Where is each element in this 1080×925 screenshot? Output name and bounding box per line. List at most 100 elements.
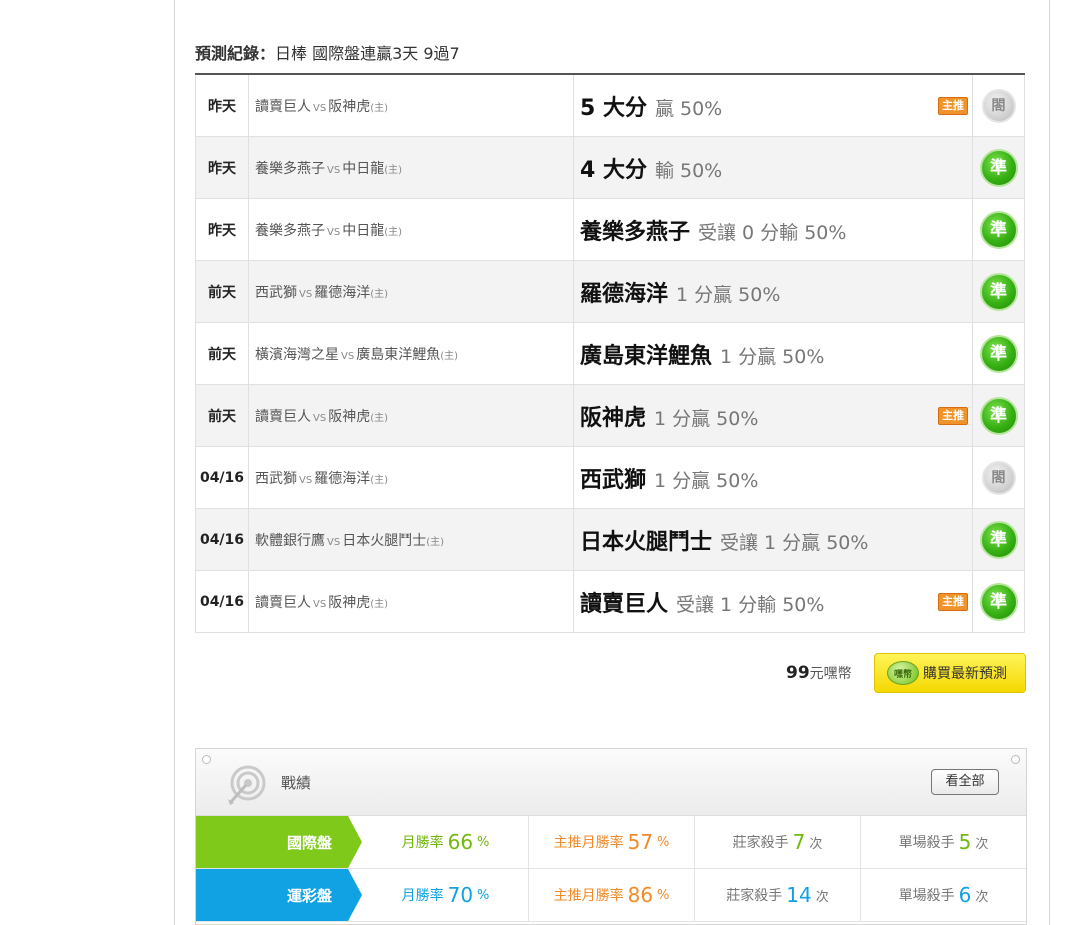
record-row: 前天 西武獅 VS 羅德海洋(主) 羅德海洋 1 分贏 50% 準: [195, 260, 1025, 323]
main-pick-tag: 主推: [938, 592, 968, 611]
record-match[interactable]: 讀賣巨人 VS 阪神虎(主): [248, 73, 574, 137]
pick-main: 5 大分: [580, 95, 647, 121]
record-match[interactable]: 養樂多燕子 VS 中日龍(主): [248, 198, 574, 261]
record-match[interactable]: 軟體銀行鷹 VS 日本火腿鬥士(主): [248, 508, 574, 571]
record-pick: 日本火腿鬥士 受讓 1 分贏 50%: [573, 508, 973, 571]
host-marker: (主): [370, 412, 389, 424]
result-cell: 準: [972, 198, 1025, 261]
times-unit: 次: [809, 836, 823, 852]
result-cell: 準: [972, 384, 1025, 447]
single-game-killer-value: 6: [958, 883, 972, 907]
main-pick-monthly-win-rate: 主推月勝率 86%: [528, 869, 694, 921]
record-pick: 西武獅 1 分贏 50%: [573, 446, 973, 509]
team-home: 阪神虎: [328, 594, 371, 611]
record-pick: 羅德海洋 1 分贏 50%: [573, 260, 973, 323]
vs-label: VS: [313, 412, 327, 424]
main-pick-tag: 主推: [938, 406, 968, 425]
view-all-button[interactable]: 看全部: [931, 769, 999, 795]
pick-main: 羅德海洋: [580, 281, 669, 307]
section-title-summary: 日棒 國際盤連贏3天 9過7: [275, 44, 460, 63]
record-date: 昨天: [195, 136, 249, 199]
team-home: 阪神虎: [328, 408, 371, 425]
record-row: 昨天 養樂多燕子 VS 中日龍(主) 養樂多燕子 受讓 0 分輸 50% 準: [195, 198, 1025, 261]
times-unit: 次: [815, 889, 829, 905]
pick-result: 贏 50%: [654, 97, 723, 120]
vs-label: VS: [327, 164, 341, 176]
percent-unit: %: [477, 887, 490, 903]
record-date: 04/16: [195, 446, 249, 509]
lose-badge-icon: 閤: [981, 88, 1016, 123]
team-away: 讀賣巨人: [255, 98, 311, 115]
team-home: 廣島東洋鯉魚: [356, 346, 441, 363]
host-marker: (主): [384, 164, 403, 176]
price-label: 99元嘿幣: [786, 663, 852, 683]
result-cell: 閤: [972, 73, 1025, 137]
result-cell: 準: [972, 260, 1025, 323]
single-game-killer-label: 單場殺手: [898, 835, 955, 851]
team-home: 日本火腿鬥士: [342, 532, 427, 549]
host-marker: (主): [426, 536, 445, 548]
team-away: 軟體銀行鷹: [255, 532, 325, 549]
record-row: 前天 橫濱海灣之星 VS 廣島東洋鯉魚(主) 廣島東洋鯉魚 1 分贏 50% 準: [195, 322, 1025, 385]
host-marker: (主): [370, 288, 389, 300]
record-match[interactable]: 西武獅 VS 羅德海洋(主): [248, 446, 574, 509]
result-cell: 準: [972, 508, 1025, 571]
record-date: 昨天: [195, 198, 249, 261]
vs-label: VS: [313, 598, 327, 610]
vs-label: VS: [341, 350, 355, 362]
monthly-win-rate-value: 70: [447, 883, 474, 907]
team-away: 西武獅: [255, 470, 297, 487]
record-match[interactable]: 養樂多燕子 VS 中日龍(主): [248, 136, 574, 199]
record-pick: 5 大分贏 50% 主推: [573, 73, 973, 137]
main-pick-rate-label: 主推月勝率: [553, 835, 624, 851]
vs-label: VS: [299, 474, 313, 486]
record-pick: 廣島東洋鯉魚 1 分贏 50%: [573, 322, 973, 385]
record-match[interactable]: 讀賣巨人 VS 阪神虎(主): [248, 570, 574, 633]
win-badge-icon: 準: [979, 520, 1018, 559]
stats-header: 戰績 看全部: [196, 749, 1026, 816]
team-away: 養樂多燕子: [255, 160, 325, 177]
monthly-win-rate-label: 月勝率: [401, 888, 444, 904]
record-row: 04/16 讀賣巨人 VS 阪神虎(主) 讀賣巨人 受讓 1 分輸 50% 主推準: [195, 570, 1025, 633]
price-unit: 元嘿幣: [809, 666, 852, 682]
host-marker: (主): [370, 598, 389, 610]
target-icon: [228, 765, 266, 805]
bookmaker-killer: 莊家殺手 7 次: [694, 816, 860, 868]
vs-label: VS: [327, 536, 341, 548]
team-away: 養樂多燕子: [255, 222, 325, 239]
vs-label: VS: [299, 288, 313, 300]
team-away: 讀賣巨人: [255, 408, 311, 425]
buy-latest-prediction-button[interactable]: 嘿幣 購買最新預測: [874, 653, 1026, 693]
pick-result: 輸 50%: [654, 159, 723, 182]
main-pick-rate-value: 57: [627, 830, 654, 854]
record-match[interactable]: 西武獅 VS 羅德海洋(主): [248, 260, 574, 323]
record-row: 前天 讀賣巨人 VS 阪神虎(主) 阪神虎 1 分贏 50% 主推準: [195, 384, 1025, 447]
record-match[interactable]: 讀賣巨人 VS 阪神虎(主): [248, 384, 574, 447]
result-cell: 準: [972, 570, 1025, 633]
record-date: 04/16: [195, 570, 249, 633]
pick-result: 1 分贏 50%: [676, 283, 781, 306]
bookmaker-killer-label: 莊家殺手: [726, 888, 783, 904]
price-number: 99: [786, 663, 810, 683]
record-pick: 阪神虎 1 分贏 50% 主推: [573, 384, 973, 447]
win-badge-icon: 準: [979, 272, 1018, 311]
main-pick-rate-value: 86: [627, 883, 654, 907]
pick-main: 讀賣巨人: [580, 591, 669, 617]
record-date: 前天: [195, 260, 249, 323]
stats-category: 國際盤: [196, 816, 362, 868]
team-home: 中日龍: [342, 160, 385, 177]
win-badge-icon: 準: [979, 210, 1018, 249]
section-title: 預測紀錄：日棒 國際盤連贏3天 9過7: [195, 40, 460, 64]
pick-main: 阪神虎: [580, 405, 647, 431]
coin-icon: 嘿幣: [887, 661, 919, 685]
record-pick: 讀賣巨人 受讓 1 分輸 50% 主推: [573, 570, 973, 633]
team-home: 羅德海洋: [314, 284, 371, 301]
percent-unit: %: [477, 834, 490, 850]
result-cell: 準: [972, 322, 1025, 385]
record-match[interactable]: 橫濱海灣之星 VS 廣島東洋鯉魚(主): [248, 322, 574, 385]
single-game-killer-value: 5: [958, 830, 972, 854]
single-game-killer-label: 單場殺手: [898, 888, 955, 904]
bookmaker-killer-label: 莊家殺手: [732, 835, 789, 851]
pick-result: 受讓 1 分贏 50%: [720, 531, 869, 554]
bookmaker-killer-value: 7: [792, 830, 806, 854]
